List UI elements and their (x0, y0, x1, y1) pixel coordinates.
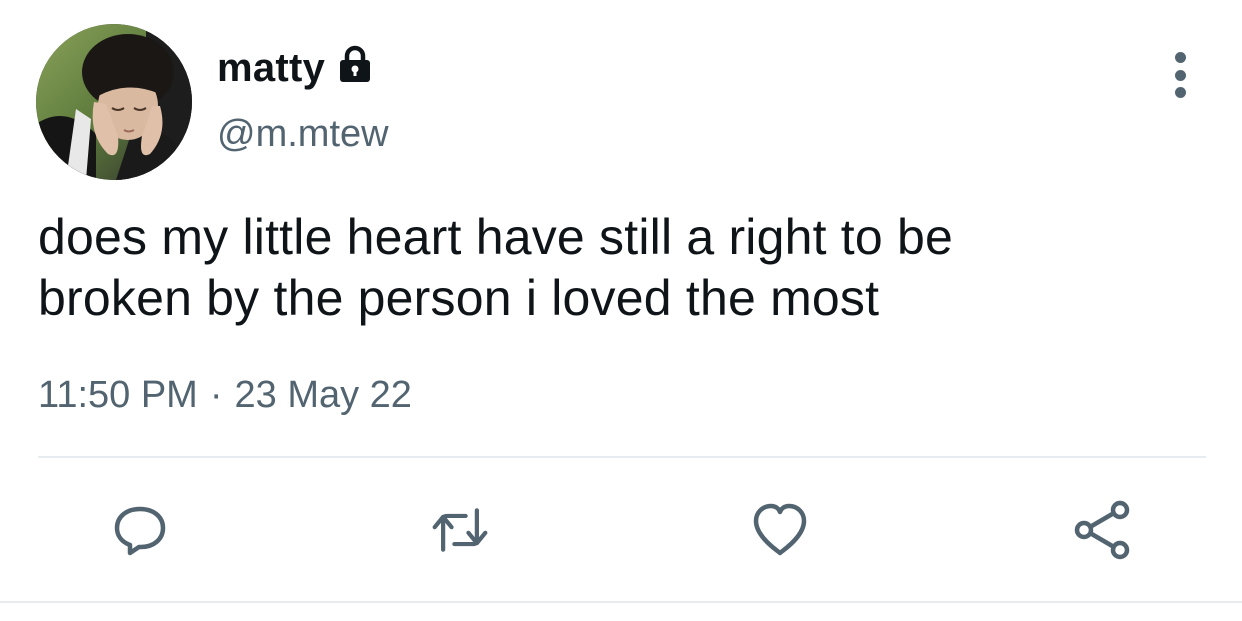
more-vertical-icon (1174, 52, 1186, 63)
tweet-text-line: does my little heart have still a right … (38, 209, 954, 265)
share-icon (1074, 500, 1130, 560)
retweet-button[interactable] (430, 500, 490, 560)
more-options-button[interactable] (1160, 52, 1200, 98)
tweet-date[interactable]: 23 May 22 (235, 374, 412, 417)
display-name[interactable]: matty (217, 46, 325, 91)
like-button[interactable] (750, 500, 810, 560)
more-vertical-icon-dot (1174, 69, 1186, 81)
bottom-divider (0, 601, 1242, 603)
share-button[interactable] (1072, 500, 1132, 560)
avatar[interactable] (36, 24, 192, 180)
divider (38, 456, 1206, 458)
lock-icon (335, 44, 375, 89)
speech-bubble-icon (114, 506, 166, 556)
more-vertical-icon-dot (1174, 87, 1186, 98)
tweet-timestamp[interactable]: 11:50 PM · 23 May 22 (38, 374, 412, 417)
user-handle[interactable]: @m.mtew (217, 113, 389, 156)
reply-button[interactable] (110, 500, 170, 560)
author-name-row[interactable]: matty (217, 40, 375, 96)
tweet-text-line: broken by the person i loved the most (38, 270, 880, 326)
heart-icon (753, 503, 807, 556)
profile-photo (36, 24, 192, 180)
tweet-text: does my little heart have still a right … (38, 207, 1208, 329)
meta-separator: · (209, 374, 223, 416)
tweet-time[interactable]: 11:50 PM (38, 374, 198, 417)
retweet-icon (432, 508, 488, 552)
